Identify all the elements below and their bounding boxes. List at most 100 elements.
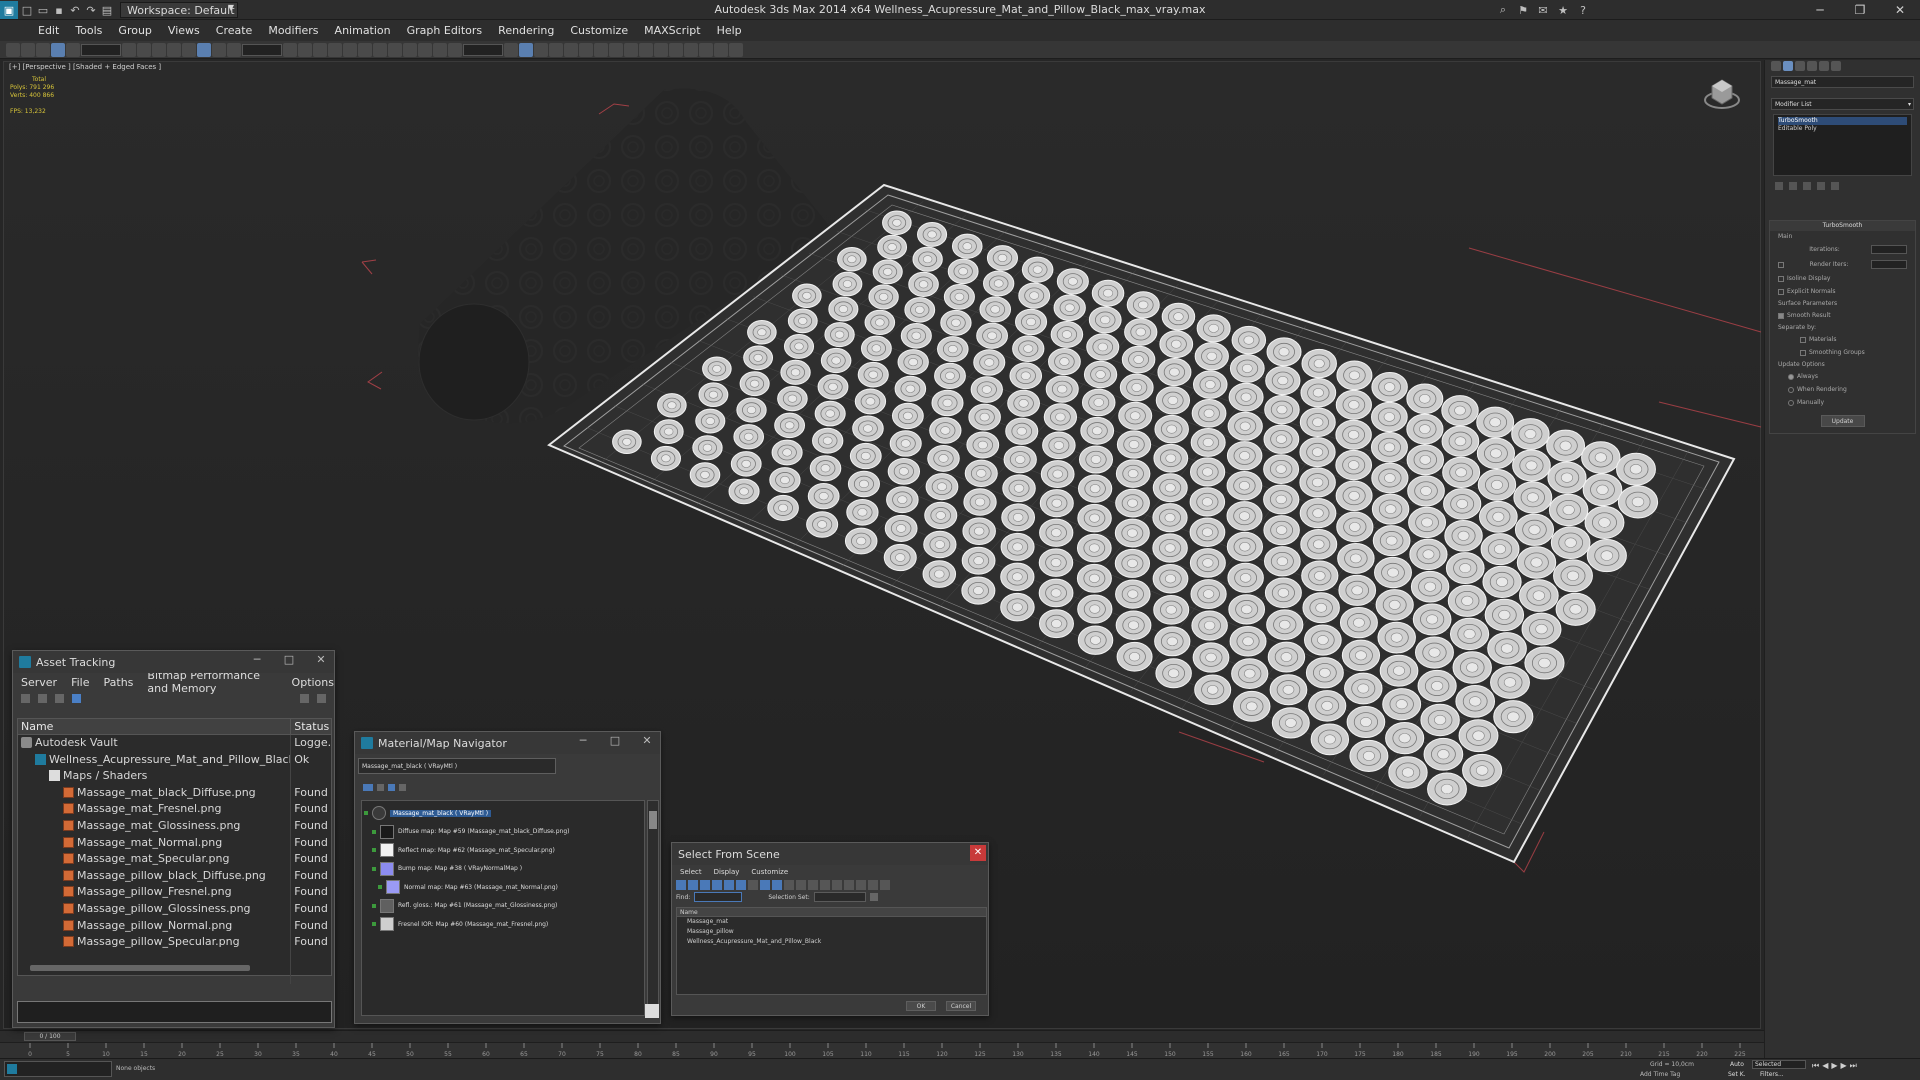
smooth-result-checkbox[interactable]: [1778, 312, 1784, 319]
toolbar-dropdown[interactable]: [463, 43, 503, 56]
pin-stack-icon[interactable]: [1775, 182, 1783, 190]
menu-edit[interactable]: Edit: [30, 24, 67, 37]
lock-cell-icon[interactable]: [868, 880, 878, 890]
select-object-icon[interactable]: [66, 42, 80, 57]
modifier-list-dropdown[interactable]: Modifier List ▾: [1771, 98, 1914, 110]
table-row[interactable]: Massage_mat_Normal.png Found: [18, 834, 331, 852]
select-invert-icon[interactable]: [844, 880, 854, 890]
column-name[interactable]: Name: [18, 719, 292, 734]
menu-help[interactable]: Help: [709, 24, 750, 37]
select-manipulate-icon[interactable]: [283, 42, 297, 57]
utilities-tab-icon[interactable]: [1831, 61, 1841, 71]
timeline-ruler[interactable]: 0 5 10 15 20 25 30 35 40 45 50 55 60 65 70 75 80 85 90 95 10…: [0, 1042, 1764, 1058]
select-by-name-icon[interactable]: [122, 42, 136, 57]
table-row[interactable]: Massage_pillow_Glossiness.png Found: [18, 900, 331, 918]
minimize-icon[interactable]: ─: [248, 653, 266, 666]
save-icon[interactable]: ▪: [52, 3, 66, 17]
list-item[interactable]: Massage_pillow: [677, 927, 986, 937]
filter-xrefs-icon[interactable]: [760, 880, 770, 890]
menu-animation[interactable]: Animation: [327, 24, 399, 37]
time-slider[interactable]: 0 / 100: [24, 1032, 76, 1041]
unlink-icon[interactable]: [21, 42, 35, 57]
toolbar-dropdown[interactable]: [81, 43, 121, 56]
modify-tab-icon[interactable]: [1783, 61, 1793, 71]
layer-manager-icon[interactable]: [418, 42, 432, 57]
material-node[interactable]: Massage_mat_black ( VRayMtl ): [364, 804, 642, 823]
expand-icon[interactable]: [372, 903, 376, 908]
rect-selection-icon[interactable]: [137, 42, 151, 57]
cancel-button[interactable]: Cancel: [946, 1001, 976, 1011]
workspace-dropdown[interactable]: Workspace: Default ▼: [120, 2, 238, 18]
asset-tracking-titlebar[interactable]: Asset Tracking ─ □ ✕: [13, 651, 334, 673]
select-scene-titlebar[interactable]: Select From Scene ✕: [672, 843, 988, 865]
menu-create[interactable]: Create: [208, 24, 261, 37]
keyboard-shortcut-icon[interactable]: [298, 42, 312, 57]
smoothing-groups-checkbox[interactable]: [1800, 349, 1806, 356]
minimize-icon[interactable]: ─: [574, 734, 592, 747]
iterations-spinner[interactable]: [1870, 245, 1907, 254]
viewport-label[interactable]: [+] [Perspective ] [Shaded + Edged Faces…: [9, 63, 161, 71]
sync-selection-icon[interactable]: [856, 880, 866, 890]
render-setup-icon[interactable]: [534, 42, 548, 57]
menu-views[interactable]: Views: [160, 24, 208, 37]
undo-icon[interactable]: ↶: [68, 3, 82, 17]
table-row[interactable]: Massage_pillow_Fresnel.png Found: [18, 884, 331, 901]
menu-rendering[interactable]: Rendering: [490, 24, 562, 37]
scene-menu-select[interactable]: Select: [680, 868, 702, 876]
viewcube-icon[interactable]: [1702, 74, 1742, 114]
material-node[interactable]: Reflect map: Map #62 (Massage_mat_Specul…: [364, 841, 642, 860]
material-editor-icon[interactable]: [519, 42, 533, 57]
selection-icon[interactable]: [699, 42, 713, 57]
ok-button[interactable]: OK: [906, 1001, 936, 1011]
maxscript-listener[interactable]: [4, 1061, 112, 1077]
filter-helpers-icon[interactable]: [724, 880, 734, 890]
asset-menu-paths[interactable]: Paths: [104, 676, 134, 689]
table-row[interactable]: Massage_mat_Specular.png Found: [18, 851, 331, 868]
filter-cameras-icon[interactable]: [712, 880, 722, 890]
table-row[interactable]: Massage_mat_Fresnel.png Found: [18, 801, 331, 818]
rendered-frame-icon[interactable]: [549, 42, 563, 57]
percent-snap-icon[interactable]: [343, 42, 357, 57]
menu-group[interactable]: Group: [110, 24, 160, 37]
scene-menu-display[interactable]: Display: [714, 868, 740, 876]
when-rendering-radio[interactable]: [1788, 386, 1794, 393]
lights-icon[interactable]: [594, 42, 608, 57]
vertical-scrollbar[interactable]: [647, 800, 659, 1016]
key-filters-button[interactable]: Filters...: [1760, 1071, 1784, 1078]
find-input[interactable]: [694, 892, 743, 902]
always-radio[interactable]: [1788, 373, 1794, 380]
go-to-end-icon[interactable]: ⏭: [1850, 1061, 1857, 1071]
render-icon[interactable]: [564, 42, 578, 57]
table-row[interactable]: Maps / Shaders: [18, 768, 331, 785]
close-icon[interactable]: ✕: [312, 653, 330, 666]
filter-groups-icon[interactable]: [748, 880, 758, 890]
make-unique-icon[interactable]: [1803, 182, 1811, 190]
checkout-icon[interactable]: [55, 693, 64, 703]
manually-radio[interactable]: [1788, 399, 1794, 406]
selection-filter-icon[interactable]: [51, 42, 65, 57]
motion-tab-icon[interactable]: [1807, 61, 1817, 71]
close-icon[interactable]: ✕: [638, 734, 656, 747]
materials-checkbox[interactable]: [1800, 336, 1806, 343]
scene-menu-customize[interactable]: Customize: [751, 868, 788, 876]
menu-modifiers[interactable]: Modifiers: [260, 24, 326, 37]
display-icon[interactable]: [639, 42, 653, 57]
render-iters-spinner[interactable]: [1870, 260, 1907, 269]
helpers-icon[interactable]: [624, 42, 638, 57]
table-row[interactable]: Massage_pillow_Specular.png Found: [18, 934, 331, 951]
vray-tools-icon[interactable]: [579, 42, 593, 57]
next-frame-icon[interactable]: ▶: [1841, 1061, 1847, 1071]
render-iters-checkbox[interactable]: [1778, 261, 1784, 268]
maximize-icon[interactable]: □: [606, 734, 624, 747]
remove-modifier-icon[interactable]: [1817, 182, 1825, 190]
app-logo-icon[interactable]: ▣: [0, 1, 18, 19]
select-scale-icon[interactable]: [197, 42, 211, 57]
isoline-checkbox[interactable]: [1778, 275, 1784, 282]
select-all-icon[interactable]: [820, 880, 830, 890]
set-key-button[interactable]: Set K.: [1728, 1071, 1746, 1078]
list-view-icon[interactable]: [363, 784, 373, 791]
material-node[interactable]: Fresnel IOR: Map #60 (Massage_mat_Fresne…: [364, 915, 642, 934]
bind-space-warp-icon[interactable]: [36, 42, 50, 57]
ref-coord-icon[interactable]: [212, 42, 226, 57]
hierarchy-tab-icon[interactable]: [1795, 61, 1805, 71]
